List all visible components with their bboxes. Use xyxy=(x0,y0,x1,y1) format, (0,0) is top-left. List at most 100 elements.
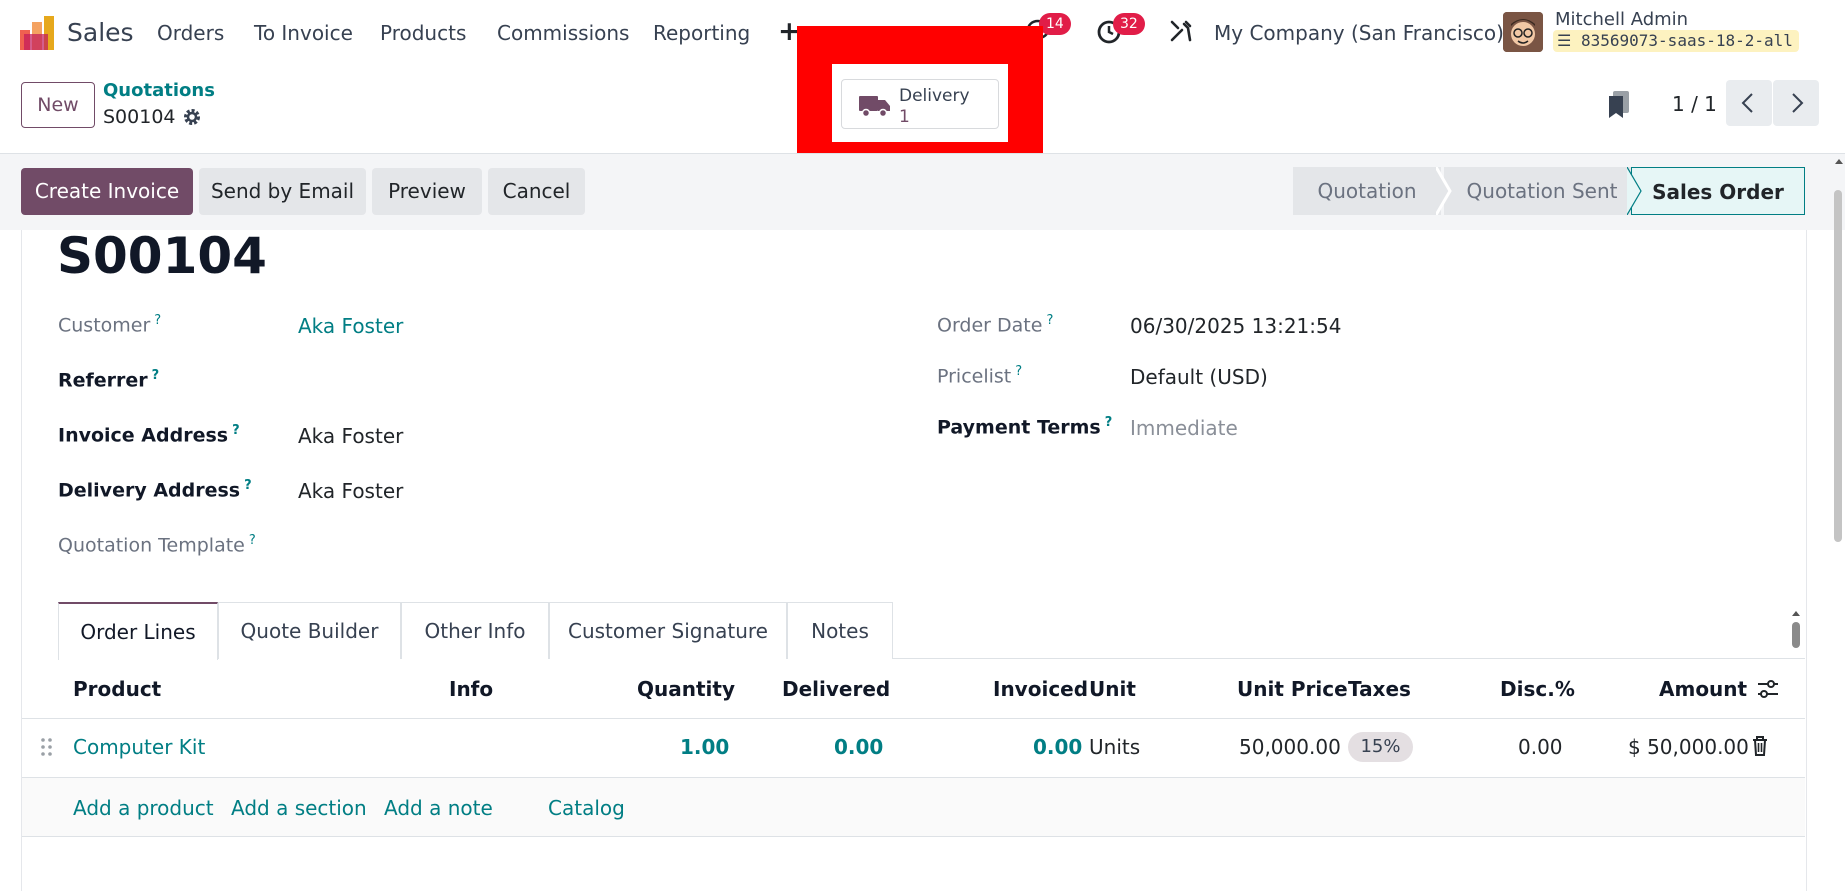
cell-unit[interactable]: Units xyxy=(1089,735,1140,759)
preview-button[interactable]: Preview xyxy=(372,168,482,215)
truck-icon xyxy=(859,96,890,118)
cell-invoiced[interactable]: 0.00 xyxy=(1033,735,1082,759)
help-icon[interactable]: ? xyxy=(1105,415,1113,430)
pager-next-button[interactable] xyxy=(1773,80,1819,126)
cell-unit-price[interactable]: 50,000.00 xyxy=(1239,735,1341,759)
quotation-template-field[interactable] xyxy=(298,527,858,561)
tools-icon[interactable] xyxy=(1168,18,1194,44)
pager-previous-button[interactable] xyxy=(1726,80,1772,126)
user-avatar[interactable] xyxy=(1503,12,1543,52)
column-header-unit-price[interactable]: Unit Price xyxy=(1237,677,1348,701)
customer-label-text: Customer xyxy=(58,314,151,337)
status-sales-order[interactable]: Sales Order xyxy=(1631,167,1805,215)
company-switcher[interactable]: My Company (San Francisco) xyxy=(1214,21,1504,45)
user-name[interactable]: Mitchell Admin xyxy=(1555,9,1688,30)
optional-columns-icon[interactable] xyxy=(1756,678,1780,700)
help-icon[interactable]: ? xyxy=(152,368,160,383)
help-icon[interactable]: ? xyxy=(1015,364,1022,379)
cell-discount[interactable]: 0.00 xyxy=(1518,735,1563,759)
help-icon[interactable]: ? xyxy=(249,533,256,548)
referrer-field[interactable] xyxy=(298,362,858,396)
column-header-product[interactable]: Product xyxy=(73,677,161,701)
quotation-template-label: Quotation Template? xyxy=(58,533,256,556)
referrer-label-text: Referrer xyxy=(58,369,148,392)
payment-terms-value[interactable]: Immediate xyxy=(1130,416,1238,440)
tab-order-lines[interactable]: Order Lines xyxy=(58,602,218,660)
drag-handle-icon[interactable] xyxy=(40,737,54,757)
pricelist-label-text: Pricelist xyxy=(937,365,1012,388)
top-navbar: Sales Orders To Invoice Products Commiss… xyxy=(0,0,1845,64)
cell-product[interactable]: Computer Kit xyxy=(73,735,205,759)
invoice-address-value[interactable]: Aka Foster xyxy=(298,424,403,448)
add-note-link[interactable]: Add a note xyxy=(384,796,493,820)
create-invoice-button[interactable]: Create Invoice xyxy=(21,168,193,215)
send-by-email-button[interactable]: Send by Email xyxy=(199,168,366,215)
catalog-link[interactable]: Catalog xyxy=(548,796,625,820)
status-separator-icon xyxy=(1436,167,1452,215)
invoice-address-label-text: Invoice Address xyxy=(58,424,229,447)
payment-terms-label-text: Payment Terms xyxy=(937,416,1101,439)
column-header-invoiced[interactable]: Invoiced xyxy=(993,677,1088,701)
plus-icon[interactable]: + xyxy=(778,16,801,47)
record-name: S00104 xyxy=(103,106,176,128)
database-label: 83569073-saas-18-2-all xyxy=(1580,31,1793,50)
add-section-link[interactable]: Add a section xyxy=(231,796,367,820)
scroll-up-icon[interactable] xyxy=(1790,608,1802,618)
help-icon[interactable]: ? xyxy=(244,478,252,493)
menu-reporting[interactable]: Reporting xyxy=(653,21,750,45)
new-button[interactable]: New xyxy=(21,82,95,128)
help-icon[interactable]: ? xyxy=(232,423,240,438)
delivery-address-value[interactable]: Aka Foster xyxy=(298,479,403,503)
trash-icon[interactable] xyxy=(1752,736,1768,756)
menu-products[interactable]: Products xyxy=(380,21,466,45)
menu-commissions[interactable]: Commissions xyxy=(497,21,629,45)
menu-to-invoice[interactable]: To Invoice xyxy=(254,21,353,45)
tab-other-info[interactable]: Other Info xyxy=(401,602,549,659)
status-quotation-sent[interactable]: Quotation Sent xyxy=(1444,167,1640,215)
status-separator-icon xyxy=(1627,167,1642,215)
breadcrumb-quotations[interactable]: Quotations xyxy=(103,80,215,101)
status-quotation[interactable]: Quotation xyxy=(1293,167,1441,215)
tabs-scrollbar[interactable] xyxy=(1792,622,1800,648)
cell-tax-badge[interactable]: 15% xyxy=(1348,732,1413,762)
order-date-value: 06/30/2025 13:21:54 xyxy=(1130,314,1342,338)
database-name: ☰ 83569073-saas-18-2-all xyxy=(1553,30,1799,52)
help-icon[interactable]: ? xyxy=(154,313,161,328)
scroll-up-icon[interactable] xyxy=(1833,156,1845,166)
cancel-button[interactable]: Cancel xyxy=(488,168,585,215)
delivery-smart-button[interactable]: Delivery 1 xyxy=(841,79,999,129)
cell-delivered[interactable]: 0.00 xyxy=(834,735,883,759)
documents-icon[interactable] xyxy=(1607,91,1631,119)
column-header-info[interactable]: Info xyxy=(449,677,493,701)
pricelist-value[interactable]: Default (USD) xyxy=(1130,365,1268,389)
gear-icon[interactable] xyxy=(182,107,202,127)
referrer-label: Referrer? xyxy=(58,368,159,391)
column-header-discount[interactable]: Disc.% xyxy=(1500,677,1575,701)
column-header-delivered[interactable]: Delivered xyxy=(782,677,890,701)
column-header-taxes[interactable]: Taxes xyxy=(1348,677,1411,701)
database-icon: ☰ xyxy=(1557,31,1572,50)
column-header-amount[interactable]: Amount xyxy=(1659,677,1747,701)
customer-label: Customer? xyxy=(58,313,161,336)
column-header-quantity[interactable]: Quantity xyxy=(637,677,735,701)
payment-terms-label: Payment Terms? xyxy=(937,415,1112,438)
pager-value[interactable]: 1 / 1 xyxy=(1672,92,1717,116)
help-icon[interactable]: ? xyxy=(1046,313,1053,328)
column-header-unit[interactable]: Unit xyxy=(1089,677,1136,701)
cell-amount: $ 50,000.00 xyxy=(1628,735,1749,759)
tab-notes[interactable]: Notes xyxy=(787,602,893,659)
add-product-link[interactable]: Add a product xyxy=(73,796,214,820)
cell-quantity[interactable]: 1.00 xyxy=(680,735,729,759)
activities-badge: 32 xyxy=(1113,13,1145,35)
app-name[interactable]: Sales xyxy=(67,18,134,47)
tab-quote-builder[interactable]: Quote Builder xyxy=(218,602,401,659)
messages-badge: 14 xyxy=(1039,13,1071,35)
order-name: S00104 xyxy=(57,227,267,285)
menu-orders[interactable]: Orders xyxy=(157,21,224,45)
table-header-divider xyxy=(22,718,1805,719)
tab-customer-signature[interactable]: Customer Signature xyxy=(549,602,787,659)
chevron-left-icon xyxy=(1741,93,1753,113)
sales-app-icon[interactable] xyxy=(20,16,54,50)
customer-value[interactable]: Aka Foster xyxy=(298,314,403,338)
page-scrollbar[interactable] xyxy=(1834,190,1842,542)
